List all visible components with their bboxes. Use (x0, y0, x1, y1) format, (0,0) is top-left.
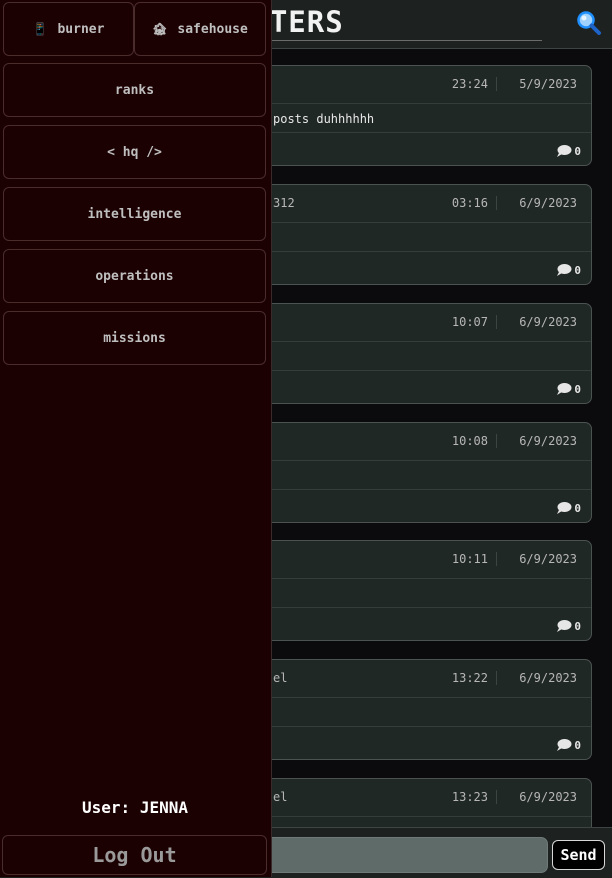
phone-icon: 📱 (32, 22, 48, 36)
speech-bubble-icon (557, 145, 572, 157)
post-time: 10:11 (452, 552, 497, 566)
post-body: posts duhhhhhh (273, 112, 375, 126)
speech-bubble-icon (557, 502, 572, 514)
post-date: 6/9/2023 (519, 196, 577, 210)
speech-bubble-icon (557, 620, 572, 632)
sidebar-item-label: ranks (114, 82, 155, 98)
comment-count: 0 (574, 619, 581, 633)
comment-count: 0 (574, 263, 581, 277)
sidebar-item-ranks[interactable]: ranks (3, 63, 266, 117)
logout-button[interactable]: Log Out (2, 835, 267, 875)
comment-button[interactable]: 0 (556, 738, 581, 752)
sidebar-item-operations[interactable]: operations (3, 249, 266, 303)
comment-button[interactable]: 0 (556, 144, 581, 158)
post-date: 6/9/2023 (519, 790, 577, 804)
sidebar: 📱 burner 🏚 safehouse ranks < hq /> intel… (0, 0, 272, 877)
send-button[interactable]: Send (552, 840, 605, 870)
sidebar-item-hq[interactable]: < hq /> (3, 125, 266, 179)
sidebar-item-label: operations (95, 268, 174, 284)
speech-bubble-icon (557, 739, 572, 751)
post-date: 6/9/2023 (519, 434, 577, 448)
current-user-label: User: JENNA (82, 798, 188, 817)
post-time: 23:24 (452, 77, 497, 91)
sidebar-item-label: missions (103, 330, 166, 346)
comment-button[interactable]: 0 (556, 501, 581, 515)
post-author: el (273, 790, 288, 804)
speech-bubble-icon (557, 383, 572, 395)
burner-button[interactable]: 📱 burner (3, 2, 134, 56)
post-date: 6/9/2023 (519, 315, 577, 329)
post-time: 13:23 (452, 790, 497, 804)
search-icon[interactable] (576, 10, 602, 36)
comment-button[interactable]: 0 (556, 382, 581, 396)
safehouse-label: safehouse (177, 21, 248, 37)
sidebar-item-label: < hq /> (107, 144, 162, 160)
post-author: 312 (273, 196, 295, 210)
speech-bubble-icon (557, 264, 572, 276)
post-date: 6/9/2023 (519, 552, 577, 566)
burner-label: burner (57, 21, 105, 37)
post-author: el (273, 671, 288, 685)
comment-count: 0 (574, 382, 581, 396)
post-time: 03:16 (452, 196, 497, 210)
comment-button[interactable]: 0 (556, 263, 581, 277)
comment-count: 0 (574, 738, 581, 752)
comment-count: 0 (574, 501, 581, 515)
comment-count: 0 (574, 144, 581, 158)
sidebar-item-label: intelligence (87, 206, 182, 222)
post-date: 6/9/2023 (519, 671, 577, 685)
post-time: 13:22 (452, 671, 497, 685)
sidebar-item-intelligence[interactable]: intelligence (3, 187, 266, 241)
post-time: 10:08 (452, 434, 497, 448)
post-date: 5/9/2023 (519, 77, 577, 91)
comment-button[interactable]: 0 (556, 619, 581, 633)
safehouse-button[interactable]: 🏚 safehouse (134, 2, 266, 56)
sidebar-item-missions[interactable]: missions (3, 311, 266, 365)
post-time: 10:07 (452, 315, 497, 329)
house-icon: 🏚 (152, 22, 168, 36)
